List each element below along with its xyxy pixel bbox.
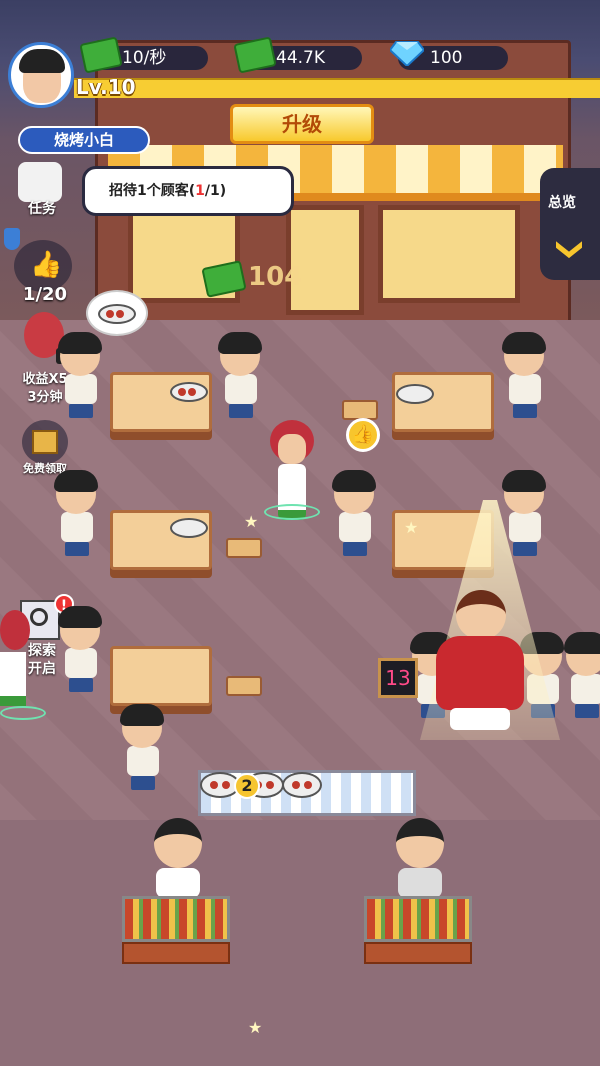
dish-icon <box>98 304 136 324</box>
stool <box>226 676 262 696</box>
restaurant-window <box>378 205 520 303</box>
player-avatar[interactable] <box>8 42 74 108</box>
money-display: 44.7K <box>233 36 362 74</box>
grill-stand <box>122 942 230 964</box>
sparkle-icon: ★ <box>248 1018 263 1037</box>
bbq-grill[interactable] <box>364 896 472 942</box>
customer[interactable] <box>58 606 102 692</box>
shield-icon <box>4 228 20 250</box>
task-text-suffix: /1) <box>204 183 227 199</box>
level-label: Lv.10 <box>76 75 136 99</box>
task-tooltip[interactable]: 招待1个顾客(1/1) <box>82 166 294 216</box>
thumbs-up-icon: 👍 <box>30 250 63 280</box>
customer[interactable] <box>54 470 98 556</box>
dining-table[interactable] <box>110 646 212 706</box>
customer[interactable] <box>218 332 262 418</box>
sparkle-icon: ★ <box>404 518 419 537</box>
kitchen-floor <box>0 820 600 1066</box>
floating-income-number: 104 <box>248 262 303 292</box>
dish-icon[interactable] <box>282 772 322 798</box>
waitress[interactable] <box>264 420 320 520</box>
dish-count-badge: 2 <box>234 773 260 799</box>
money-value: 44.7K <box>276 48 325 68</box>
cash-stack-icon <box>233 36 277 74</box>
cash-icon <box>79 36 123 74</box>
income-rate-display: 10/秒 <box>79 36 208 74</box>
customer[interactable] <box>58 332 102 418</box>
order-bubble <box>86 290 148 336</box>
customer-queue[interactable] <box>564 632 600 718</box>
grill-stand <box>364 942 472 964</box>
like-coin-icon[interactable]: 👍 <box>346 418 380 452</box>
chef[interactable] <box>150 818 206 898</box>
task-label: 任务 <box>28 201 56 217</box>
player-title-badge: 烧烤小白 <box>18 126 150 154</box>
restaurant-door <box>286 205 364 315</box>
stool <box>342 400 378 420</box>
gem-value: 100 <box>430 48 463 68</box>
customer-queue[interactable] <box>120 704 164 790</box>
like-count: 1/20 <box>22 284 68 305</box>
skewer-plate-icon <box>170 518 208 538</box>
customer[interactable] <box>332 470 376 556</box>
upgrade-button[interactable]: 升级 <box>230 104 374 144</box>
task-button[interactable]: 任务 <box>12 160 76 222</box>
income-rate-value: 10/秒 <box>122 48 167 68</box>
overview-panel-button[interactable] <box>540 168 600 280</box>
skewer-plate-icon <box>396 384 434 404</box>
gem-display: 100 <box>390 41 508 70</box>
queue-number-board: 13 <box>378 658 418 698</box>
bbq-grill[interactable] <box>122 896 230 942</box>
task-clipboard-icon <box>18 162 62 202</box>
stool <box>226 538 262 558</box>
vip-customer[interactable] <box>430 590 530 740</box>
dining-table[interactable] <box>110 372 212 432</box>
chef[interactable] <box>392 818 448 898</box>
customer[interactable] <box>502 332 546 418</box>
task-progress-current: 1 <box>195 183 205 199</box>
task-text-prefix: 招待1个顾客( <box>109 183 196 199</box>
dish-icon <box>170 382 208 402</box>
level-progress-bar <box>74 78 600 98</box>
diamond-icon <box>390 41 424 66</box>
overview-label: 总览 <box>548 195 576 211</box>
waitress[interactable] <box>0 610 46 722</box>
customer[interactable] <box>502 470 546 556</box>
sparkle-icon: ★ <box>244 512 259 531</box>
gift-box-icon <box>22 420 68 464</box>
